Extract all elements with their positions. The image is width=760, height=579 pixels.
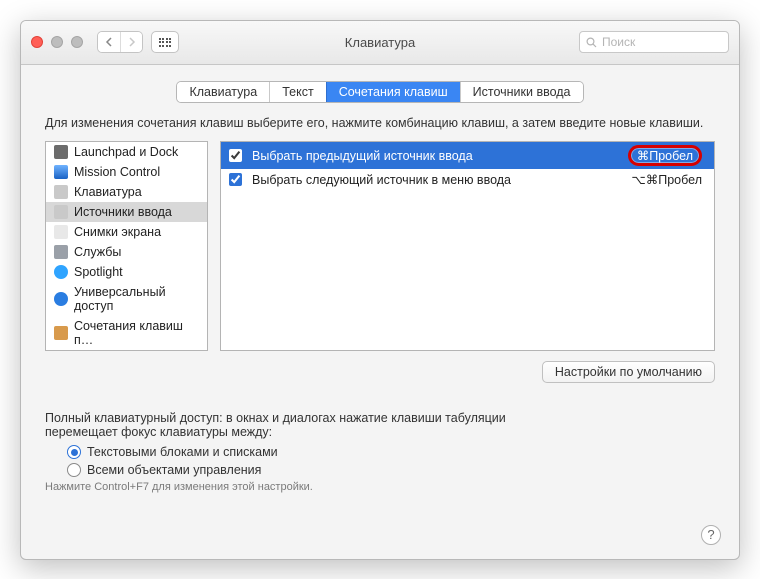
category-sidebar[interactable]: Launchpad и Dock Mission Control Клавиатур… [45, 141, 208, 351]
full-keyboard-access-section: Полный клавиатурный доступ: в окнах и ди… [45, 411, 715, 493]
sidebar-item-launchpad[interactable]: Launchpad и Dock [46, 142, 207, 162]
tab-текст[interactable]: Текст [269, 82, 325, 102]
radio-button[interactable] [67, 445, 81, 459]
help-button[interactable]: ? [701, 525, 721, 545]
sidebar-item-screenshot[interactable]: Снимки экрана [46, 222, 207, 242]
shortcuts-icon [54, 326, 68, 340]
sidebar-item-label: Источники ввода [74, 205, 172, 219]
shortcut-label: Выбрать следующий источник в меню ввода [252, 173, 511, 187]
fka-radio-row[interactable]: Всеми объектами управления [67, 463, 715, 477]
fka-hint: Нажмите Control+F7 для изменения этой на… [45, 481, 715, 493]
radio-label: Всеми объектами управления [87, 463, 261, 477]
show-all-button[interactable] [151, 31, 179, 53]
input-source-icon [54, 205, 68, 219]
forward-button[interactable] [120, 32, 142, 52]
sidebar-item-label: Сочетания клавиш п… [74, 319, 199, 347]
search-icon [586, 37, 597, 48]
sidebar-item-accessibility[interactable]: Универсальный доступ [46, 282, 207, 316]
sidebar-item-label: Снимки экрана [74, 225, 161, 239]
tab-источники-ввода[interactable]: Источники ввода [460, 82, 583, 102]
close-button[interactable] [31, 36, 43, 48]
services-icon [54, 245, 68, 259]
titlebar: Клавиатура Поиск [21, 21, 739, 65]
sidebar-item-mission-control[interactable]: Mission Control [46, 162, 207, 182]
sidebar-item-services[interactable]: Службы [46, 242, 207, 262]
fka-text-2: перемещает фокус клавиатуры между: [45, 425, 715, 439]
spotlight-icon [54, 265, 68, 279]
minimize-button[interactable] [51, 36, 63, 48]
shortcut-checkbox[interactable] [229, 149, 242, 162]
shortcut-row[interactable]: Выбрать предыдущий источник ввода ⌘Пробел [221, 142, 714, 169]
fka-text-1: Полный клавиатурный доступ: в окнах и ди… [45, 411, 715, 425]
instructions-text: Для изменения сочетания клавиш выберите … [45, 115, 715, 132]
search-placeholder: Поиск [602, 35, 635, 49]
tab-bar: КлавиатураТекстСочетания клавишИсточники… [45, 81, 715, 103]
nav-buttons [97, 31, 143, 53]
radio-button[interactable] [67, 463, 81, 477]
preferences-window: Клавиатура Поиск КлавиатураТекстСочетани… [20, 20, 740, 560]
sidebar-item-keyboard[interactable]: Клавиатура [46, 182, 207, 202]
accessibility-icon [54, 292, 68, 306]
back-button[interactable] [98, 32, 120, 52]
maximize-button[interactable] [71, 36, 83, 48]
sidebar-item-label: Клавиатура [74, 185, 142, 199]
fka-radio-row[interactable]: Текстовыми блоками и списками [67, 445, 715, 459]
sidebar-item-label: Launchpad и Dock [74, 145, 178, 159]
sidebar-item-label: Службы [74, 245, 121, 259]
sidebar-item-label: Spotlight [74, 265, 123, 279]
tab-клавиатура[interactable]: Клавиатура [177, 82, 269, 102]
sidebar-item-label: Универсальный доступ [74, 285, 199, 313]
restore-defaults-button[interactable]: Настройки по умолчанию [542, 361, 715, 383]
launchpad-icon [54, 145, 68, 159]
sidebar-item-input-source[interactable]: Источники ввода [46, 202, 207, 222]
mission-control-icon [54, 165, 68, 179]
screenshot-icon [54, 225, 68, 239]
shortcut-list[interactable]: Выбрать предыдущий источник ввода ⌘Пробел… [220, 141, 715, 351]
shortcut-key[interactable]: ⌥⌘Пробел [631, 172, 702, 187]
search-input[interactable]: Поиск [579, 31, 729, 53]
tab-сочетания-клавиш[interactable]: Сочетания клавиш [326, 82, 460, 102]
sidebar-item-shortcuts[interactable]: Сочетания клавиш п… [46, 316, 207, 350]
grid-icon [159, 38, 172, 47]
sidebar-item-label: Mission Control [74, 165, 160, 179]
shortcut-columns: Launchpad и Dock Mission Control Клавиатур… [45, 141, 715, 351]
shortcut-label: Выбрать предыдущий источник ввода [252, 149, 473, 163]
shortcut-row[interactable]: Выбрать следующий источник в меню ввода ⌥… [221, 169, 714, 190]
shortcut-checkbox[interactable] [229, 173, 242, 186]
shortcut-key[interactable]: ⌘Пробел [628, 145, 702, 166]
keyboard-icon [54, 185, 68, 199]
traffic-lights [31, 36, 83, 48]
content-body: КлавиатураТекстСочетания клавишИсточники… [21, 65, 739, 559]
sidebar-item-spotlight[interactable]: Spotlight [46, 262, 207, 282]
radio-label: Текстовыми блоками и списками [87, 445, 278, 459]
